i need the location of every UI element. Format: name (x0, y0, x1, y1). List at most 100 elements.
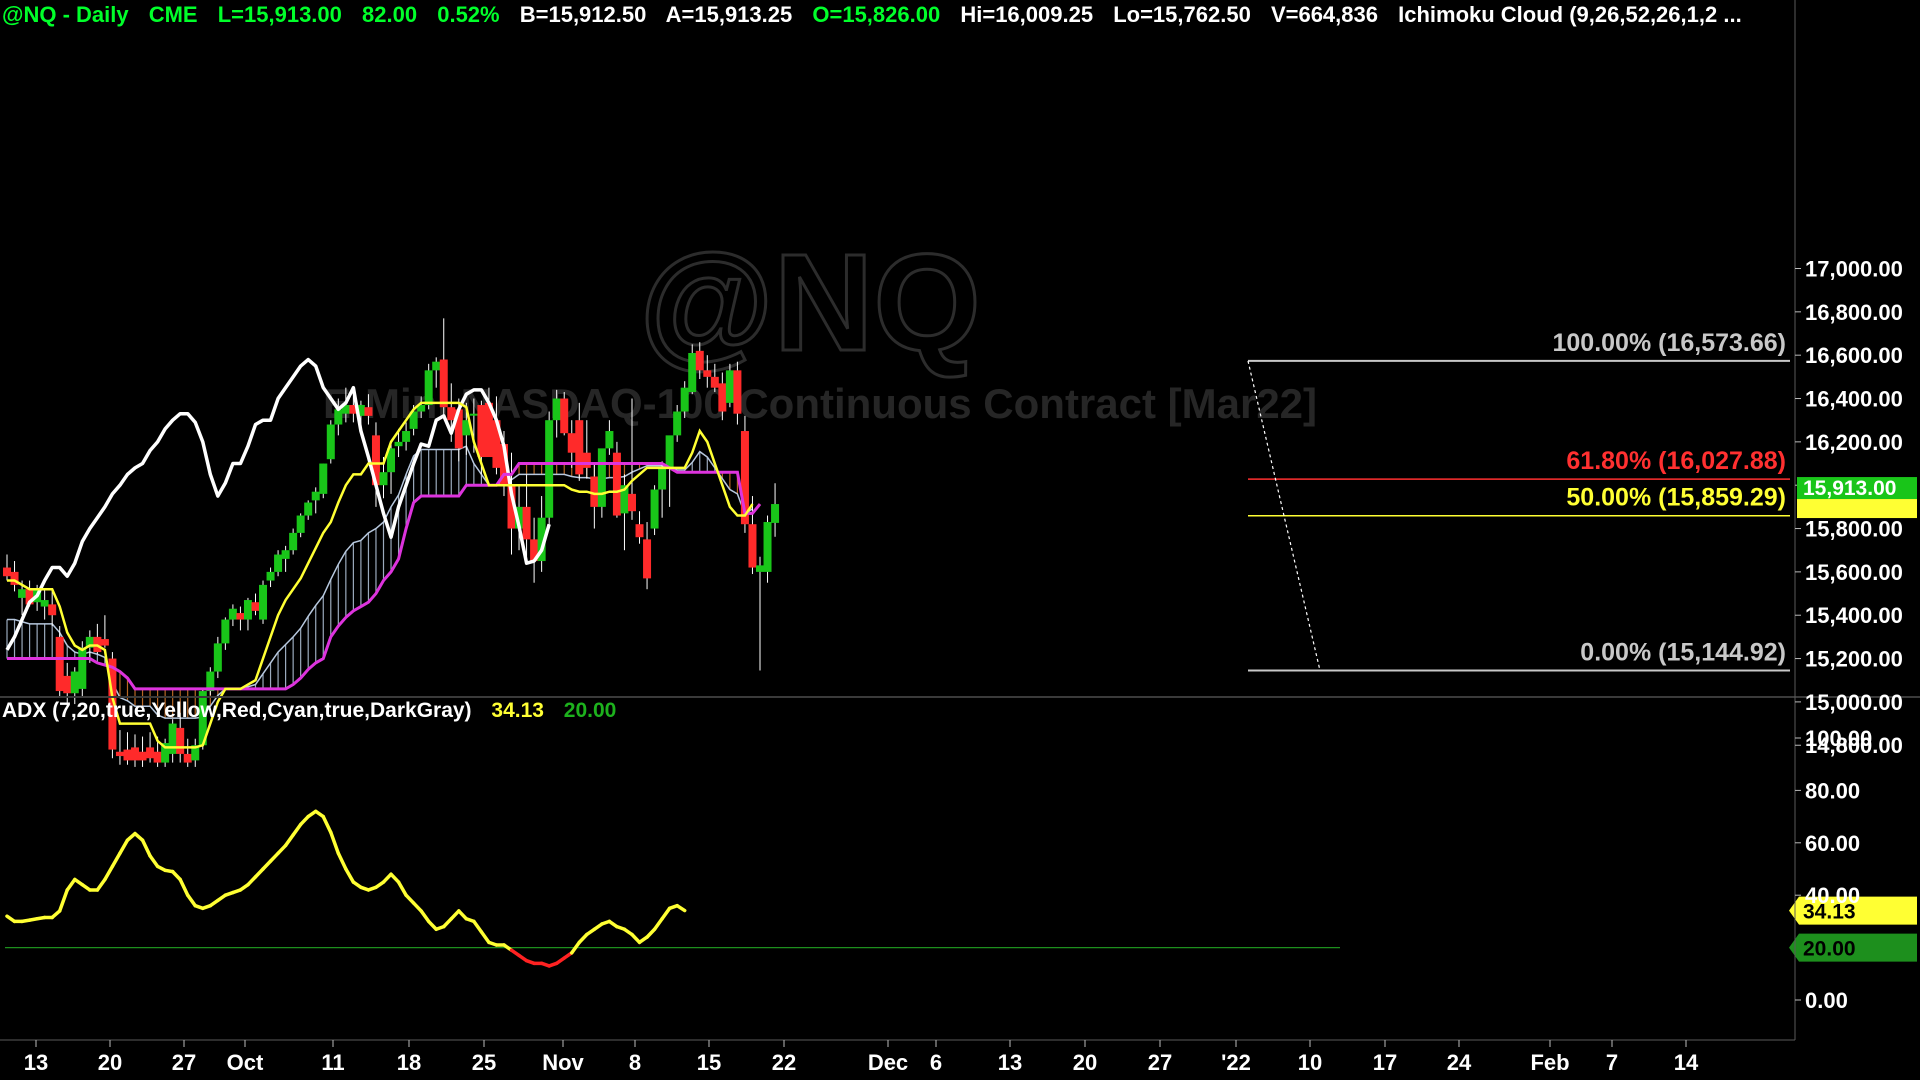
pct-change: 0.52% (437, 2, 500, 27)
candle-body (575, 420, 584, 475)
adx-threshold-badge-text: 20.00 (1803, 938, 1856, 961)
open-price: O=15,826.00 (812, 2, 941, 27)
date-tick-label: 13 (24, 1050, 48, 1075)
quote-header: @NQ - Daily CME L=15,913.00 82.00 0.52% … (2, 2, 1792, 32)
price-tick-label: 16,200.00 (1805, 430, 1903, 455)
candle-body (55, 636, 64, 692)
candle-body (439, 359, 448, 408)
candle-body (243, 600, 252, 620)
candle-body (213, 643, 222, 672)
date-tick-label: 14 (1674, 1050, 1699, 1075)
date-tick-label: 27 (1148, 1050, 1172, 1075)
candle-body (545, 420, 554, 518)
candle-body (688, 353, 697, 393)
date-tick-label: 13 (998, 1050, 1022, 1075)
date-tick-label: Dec (868, 1050, 908, 1075)
exchange-label: CME (148, 2, 198, 27)
candle-body (665, 435, 674, 468)
adx-line-segment (652, 917, 664, 932)
candle-body (334, 409, 343, 425)
adx-line-segment (148, 854, 160, 869)
adx-line-segment (140, 838, 152, 858)
low-price: Lo=15,762.50 (1113, 2, 1251, 27)
adx-line-segment (329, 830, 341, 856)
candle-body (221, 619, 230, 644)
price-tick-label: 15,200.00 (1805, 647, 1903, 672)
chart-window: @NQ E-Mini NASDAQ-100 Continuous Contrac… (0, 0, 1920, 1080)
candle-body (70, 671, 79, 694)
price-tick-label: 17,000.00 (1805, 257, 1903, 282)
adx-line-segment (396, 880, 408, 897)
date-tick-label: 20 (98, 1050, 122, 1075)
candle-body (48, 604, 57, 616)
candle-body (18, 589, 27, 598)
adx-study-label[interactable]: ADX (7,20,true,Yellow,Red,Cyan,true,Dark… (2, 699, 472, 722)
candle-body (733, 370, 742, 414)
adx-tick-label: 100.00 (1805, 726, 1872, 751)
date-tick-label: 11 (321, 1050, 344, 1075)
candle-body (567, 433, 576, 453)
candle-body (266, 571, 275, 581)
candle-body (131, 747, 140, 761)
adx-line-segment (110, 851, 122, 869)
adx-value: 34.13 (491, 699, 544, 722)
adx-line-segment (95, 877, 107, 892)
price-tick-label: 16,400.00 (1805, 387, 1903, 412)
candle-body (627, 493, 636, 512)
candle-body (763, 522, 772, 572)
candle-body (311, 491, 320, 501)
candle-body (756, 565, 764, 572)
date-tick-label: 22 (772, 1050, 796, 1075)
adx-panel: 34.1320.00 (5, 809, 1917, 968)
candle-body (281, 550, 290, 559)
candle-body (710, 376, 719, 388)
date-tick-label: 18 (397, 1050, 421, 1075)
symbol-label: @NQ - Daily (2, 2, 129, 27)
candle-body (590, 476, 599, 507)
date-tick-label: 7 (1606, 1050, 1618, 1075)
price-tick-label: 16,800.00 (1805, 300, 1903, 325)
date-tick-label: 24 (1447, 1050, 1472, 1075)
date-tick-label: 8 (629, 1050, 641, 1075)
candle-body (748, 524, 757, 568)
watermark: @NQ E-Mini NASDAQ-100 Continuous Contrac… (323, 225, 1317, 428)
candle-body (771, 504, 780, 523)
axes: 17,000.00 16,800.00 16,600.00 16,400.00 16,2… (0, 0, 1920, 1075)
candle-body (364, 407, 373, 416)
candle-body (236, 613, 245, 620)
candle-body (251, 602, 260, 611)
candle-body (424, 370, 433, 406)
watermark-name: E-Mini NASDAQ-100 Continuous Contract [M… (323, 380, 1317, 427)
volume-label: V=664,836 (1270, 2, 1378, 27)
candle-body (176, 727, 185, 754)
adx-line-segment (321, 814, 333, 835)
adx-threshold: 20.00 (563, 699, 617, 722)
price-tick-label: 15,000.00 (1805, 690, 1903, 715)
candle-body (703, 370, 712, 377)
chart-canvas[interactable]: @NQ E-Mini NASDAQ-100 Continuous Contrac… (0, 0, 1920, 1080)
fib-level-label: 0.00% (15,144.92) (1580, 638, 1786, 666)
candle-body (274, 554, 283, 572)
date-tick-label: 25 (472, 1050, 496, 1075)
price-tick-label: 15,800.00 (1805, 517, 1903, 542)
last-price: L=15,913.00 (217, 2, 342, 27)
candle-body (552, 398, 561, 421)
candle-body (650, 489, 659, 529)
adx-line-segment (118, 838, 130, 856)
candle-body (304, 502, 313, 516)
candle-body (695, 350, 704, 371)
fibonacci-retracement[interactable]: 100.00% (16,573.66) 61.80% (16,027.88) 50.… (1247, 329, 1790, 672)
date-tick-label: 27 (172, 1050, 196, 1075)
adx-tick-label: 0.00 (1805, 988, 1848, 1013)
candle-body (296, 515, 305, 533)
candle-body (40, 600, 49, 607)
adx-line-segment (65, 877, 77, 892)
price-badge-text: 15,913.00 (1803, 477, 1896, 500)
study-label[interactable]: Ichimoku Cloud (9,26,52,26,1,2 ... (1398, 2, 1742, 27)
candle-body (289, 532, 298, 551)
candle-body (718, 383, 727, 412)
date-tick-label: '22 (1221, 1050, 1251, 1075)
date-tick-label: Oct (227, 1050, 264, 1075)
date-tick-label: Nov (542, 1050, 584, 1075)
candle-body (725, 370, 734, 403)
